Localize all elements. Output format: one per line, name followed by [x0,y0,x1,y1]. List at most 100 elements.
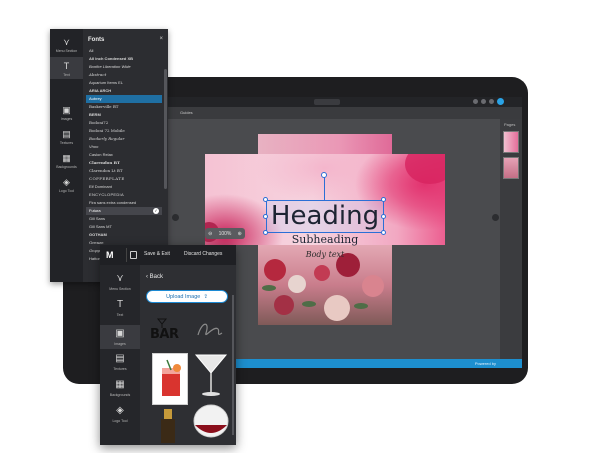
textures-icon: ▤ [115,353,125,364]
rail-label: Text [63,73,70,77]
zoom-in-icon[interactable]: ⊕ [238,231,242,237]
subheading-text[interactable]: Subheading [266,233,384,246]
font-option[interactable]: BERM [86,111,162,119]
font-option[interactable]: Bodoni 72 Mobile [86,127,162,135]
leaf-decoration [354,303,368,309]
upload-image-button[interactable]: Upload Image ⇪ [146,290,228,303]
rail-label: Logo Tool [58,189,75,193]
rail-label: Textures [59,141,74,145]
images-top-bar: M Save & Exit Discard Changes [100,245,236,265]
font-option[interactable]: COPPERPLATE [86,175,162,183]
font-option[interactable]: ENCYCLOPEDIA [86,191,162,199]
image-thumbnail-script[interactable] [192,315,228,347]
image-thumbnail-martini[interactable] [192,349,230,399]
font-option[interactable]: Gill Sans [86,215,162,223]
leaf-decoration [262,285,276,291]
rail-text[interactable]: T Text [50,57,83,79]
font-option[interactable]: ARIA ARCH [86,87,162,95]
font-option[interactable]: GOTHAM [86,231,162,239]
flower-decoration [264,259,286,281]
font-option[interactable]: Bodoni72 [86,119,162,127]
close-icon[interactable]: × [159,36,163,42]
layout-icon[interactable] [130,251,137,259]
page-thumbnail[interactable] [503,157,519,179]
rail-images[interactable]: ▣ Images [50,105,83,125]
images-main-pane: ‹ Back Upload Image ⇪ BAR [140,265,236,445]
font-option[interactable]: All [86,47,162,55]
font-option-selected[interactable]: Aubrey [86,95,162,103]
discard-changes-button[interactable]: Discard Changes [184,251,222,257]
flower-decoration [288,275,306,293]
rail-label: Images [60,117,73,121]
font-option[interactable]: Fira sans extra condensed [86,199,162,207]
rotate-handle[interactable] [321,172,327,178]
prev-page-arrow-icon[interactable] [172,214,179,221]
rail-backgrounds[interactable]: ▦ Backgrounds [100,379,140,401]
rail-label: Textures [113,367,127,371]
rail-menu-section[interactable]: ⋎ Menu Section [100,273,140,295]
images-scrollbar[interactable] [232,295,234,435]
image-thumbnail-wine[interactable] [190,403,232,443]
back-button[interactable]: ‹ Back [146,274,163,280]
zoom-control: ⊖ 100% ⊕ [205,228,245,239]
paint-splash [405,154,445,184]
page-thumbnail[interactable] [503,131,519,153]
body-text[interactable]: Body text [266,250,384,259]
image-thumbnail-cocktail[interactable] [152,353,188,405]
fonts-scrollbar[interactable] [164,69,167,189]
rail-textures[interactable]: ▤ Textures [50,129,83,149]
rail-backgrounds[interactable]: ▦ Backgrounds [50,153,83,173]
rail-logo-tool[interactable]: ◈ Logo Tool [100,405,140,427]
font-option[interactable]: Elf Dominant [86,183,162,191]
save-exit-button[interactable]: Save & Exit [144,251,170,257]
font-option[interactable]: Abstract [86,71,162,79]
menu-section-icon: ⋎ [116,273,124,284]
upload-label: Upload Image [166,293,201,300]
rail-images[interactable]: ▣ Images [100,325,140,349]
rail-label: Menu Section [109,287,131,291]
script-logo-icon [197,323,223,336]
undo-icon[interactable] [473,99,478,104]
font-option[interactable]: Gill Sans MT [86,223,162,231]
wine-glass-icon [193,404,229,438]
rail-label: Backgrounds [56,165,77,169]
bar-logo-text: BAR [150,327,179,342]
images-panel-window: M Save & Exit Discard Changes ⋎ Menu Sec… [100,245,236,445]
rotate-connector [324,176,325,200]
image-thumbnail-bar[interactable]: BAR [148,317,188,349]
font-option[interactable]: All Inch Condensed XB [86,55,162,63]
image-thumbnail-champagne[interactable] [158,409,178,443]
cocktail-glass-icon [156,318,168,328]
font-option[interactable]: Bookerly Regular [86,135,162,143]
font-option[interactable]: Clarendon BT [86,159,162,167]
check-icon: ✓ [153,208,159,214]
font-option-checked[interactable]: Futura ✓ [86,207,162,215]
menu-section-icon: ⋎ [63,37,70,47]
font-option[interactable]: Caslon Relax [86,151,162,159]
text-icon: T [63,61,70,71]
redo-icon[interactable] [481,99,486,104]
font-option[interactable]: Baskerville BT [86,103,162,111]
zoom-out-icon[interactable]: ⊖ [208,231,212,237]
logo-tool-icon: ◈ [63,177,70,187]
martini-glass-icon [194,354,228,396]
guides-toggle[interactable]: Guides [180,110,193,115]
rail-logo-tool[interactable]: ◈ Logo Tool [50,177,83,197]
font-option[interactable]: Aquarium Items EL [86,79,162,87]
rail-label: Text [116,313,124,317]
rail-textures[interactable]: ▤ Textures [100,353,140,375]
font-option[interactable]: Clarendon Lt BT [86,167,162,175]
font-option[interactable]: Vhoo [86,143,162,151]
divider [126,248,127,262]
help-icon[interactable] [489,99,494,104]
font-option[interactable]: Bonfire Liberation Wide [86,63,162,71]
user-avatar[interactable] [497,98,504,105]
next-page-arrow-icon[interactable] [492,214,499,221]
marketing-composite: Guides Pages Powered by Heading Subheadi… [0,0,604,453]
heading-text[interactable]: Heading [266,200,384,233]
document-title-field[interactable] [314,99,340,105]
pages-panel: Pages [500,119,522,359]
rail-text[interactable]: T Text [100,299,140,321]
upload-icon: ⇪ [203,293,208,300]
rail-menu-section[interactable]: ⋎ Menu Section [50,37,83,57]
